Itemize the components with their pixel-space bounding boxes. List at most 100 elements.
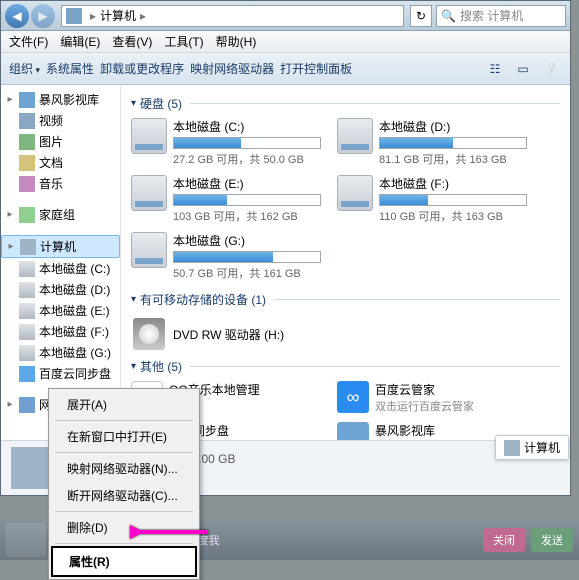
annotation-arrow	[130, 520, 210, 547]
drive-stat: 27.2 GB 可用，共 50.0 GB	[173, 151, 321, 167]
menu-view[interactable]: 查看(V)	[106, 33, 158, 50]
ctx-expand[interactable]: 展开(A)	[51, 391, 197, 418]
dvd-label: DVD RW 驱动器 (H:)	[173, 326, 284, 343]
sidebar-item[interactable]: 本地磁盘 (C:)	[1, 258, 120, 279]
help-icon[interactable]: ❔	[540, 58, 562, 80]
sidebar-item-label: 图片	[39, 133, 63, 150]
ico-hd-icon	[19, 303, 35, 319]
drive-stat: 103 GB 可用，共 162 GB	[173, 208, 321, 224]
sidebar-item[interactable]: 文档	[1, 152, 120, 173]
ico-cloud-icon	[19, 366, 35, 382]
badge-label: 计算机	[524, 439, 560, 456]
preview-pane-button[interactable]: ▭	[512, 58, 534, 80]
sidebar-item[interactable]: ▸ 暴风影视库	[1, 89, 120, 110]
drive-name: 本地磁盘 (G:)	[173, 232, 321, 249]
sidebar-item[interactable]: ▸家庭组	[1, 204, 120, 225]
menubar: 文件(F) 编辑(E) 查看(V) 工具(T) 帮助(H)	[1, 31, 570, 53]
collapse-icon: ▾	[131, 294, 136, 305]
drive-stat: 81.1 GB 可用，共 163 GB	[379, 151, 527, 167]
view-mode-button[interactable]: ☷	[484, 58, 506, 80]
forward-button[interactable]: ▶	[31, 4, 55, 28]
dvd-drive[interactable]: DVD RW 驱动器 (H:)	[131, 314, 560, 354]
drive-usage-bar	[173, 137, 321, 149]
organize-button[interactable]: 组织	[9, 60, 40, 77]
drive-item[interactable]: 本地磁盘 (C:) 27.2 GB 可用，共 50.0 GB	[131, 118, 321, 167]
drive-name: 本地磁盘 (C:)	[173, 118, 321, 135]
ico-net-icon	[19, 397, 35, 413]
drive-item[interactable]: 本地磁盘 (F:) 110 GB 可用，共 163 GB	[337, 175, 527, 224]
menu-edit[interactable]: 编辑(E)	[54, 33, 106, 50]
drive-usage-bar	[173, 251, 321, 263]
menu-file[interactable]: 文件(F)	[3, 33, 54, 50]
sidebar-item[interactable]: 本地磁盘 (E:)	[1, 300, 120, 321]
ctx-newwindow[interactable]: 在新窗口中打开(E)	[51, 423, 197, 450]
computer-icon	[11, 447, 53, 489]
ctx-properties[interactable]: 属性(R)	[51, 546, 197, 577]
drive-item[interactable]: 本地磁盘 (G:) 50.7 GB 可用，共 161 GB	[131, 232, 321, 281]
ico-hd-icon	[19, 345, 35, 361]
sidebar-item[interactable]: 百度云同步盘	[1, 363, 120, 384]
menu-tools[interactable]: 工具(T)	[158, 33, 209, 50]
toolbar: 组织 系统属性 卸载或更改程序 映射网络驱动器 打开控制面板 ☷ ▭ ❔	[1, 53, 570, 85]
sidebar-item[interactable]: 图片	[1, 131, 120, 152]
drive-item[interactable]: 本地磁盘 (E:)103 GB 可用，共 162 GB	[131, 175, 321, 224]
sidebar-item-label: 本地磁盘 (C:)	[39, 260, 110, 277]
taskbar-app-1[interactable]	[6, 523, 46, 557]
computer-badge[interactable]: 计算机	[495, 435, 569, 460]
back-button[interactable]: ◀	[5, 4, 29, 28]
uninstall-button[interactable]: 卸载或更改程序	[100, 60, 184, 77]
navigation-pane[interactable]: ▸ 暴风影视库视频图片文档音乐 ▸家庭组 ▸计算机本地磁盘 (C:) 本地磁盘 (D:)…	[1, 85, 121, 440]
mapnet-button[interactable]: 映射网络驱动器	[190, 60, 274, 77]
sidebar-item[interactable]: 音乐	[1, 173, 120, 194]
hdd-icon	[337, 118, 373, 154]
group-other[interactable]: ▾ 其他 (5)	[131, 358, 560, 375]
drive-item[interactable]: 本地磁盘 (D:)81.1 GB 可用，共 163 GB	[337, 118, 527, 167]
ico-mus-icon	[19, 176, 35, 192]
collapse-icon: ▾	[131, 361, 136, 372]
ico-vid-icon	[19, 113, 35, 129]
expand-icon[interactable]: ▸	[5, 94, 15, 105]
group-removable-title: 有可移动存储的设备 (1)	[140, 291, 266, 308]
sidebar-item[interactable]: 视频	[1, 110, 120, 131]
ico-lib-icon	[337, 422, 369, 440]
breadcrumb[interactable]: ▸ 计算机 ▸	[61, 5, 404, 27]
refresh-button[interactable]: ↻	[410, 5, 432, 27]
content-pane[interactable]: ▾ 硬盘 (5) 本地磁盘 (C:)27.2 GB 可用，共 50.0 GB本地…	[121, 85, 570, 440]
ico-hd-icon	[19, 261, 35, 277]
other-item[interactable]: ∞百度云管家双击运行百度云管家	[337, 381, 527, 414]
send-button[interactable]: 发送	[531, 528, 573, 552]
expand-icon[interactable]: ▸	[6, 241, 16, 252]
group-removable[interactable]: ▾ 有可移动存储的设备 (1)	[131, 291, 560, 308]
ctx-disconnect[interactable]: 断开网络驱动器(C)...	[51, 482, 197, 509]
ico-doc-icon	[19, 155, 35, 171]
dvd-icon	[133, 318, 165, 350]
group-hdd[interactable]: ▾ 硬盘 (5)	[131, 95, 560, 112]
expand-icon[interactable]: ▸	[5, 399, 15, 410]
drive-name: 本地磁盘 (F:)	[379, 175, 527, 192]
computer-icon	[504, 440, 520, 456]
hdd-icon	[131, 118, 167, 154]
close-button[interactable]: 关闭	[483, 528, 525, 552]
expand-icon[interactable]: ▸	[5, 209, 15, 220]
hdd-icon	[131, 232, 167, 268]
breadcrumb-sep: ▸	[90, 9, 96, 23]
sidebar-item[interactable]: 本地磁盘 (D:)	[1, 279, 120, 300]
sidebar-item[interactable]: ▸计算机	[1, 235, 120, 258]
ctx-mapnet[interactable]: 映射网络驱动器(N)...	[51, 455, 197, 482]
sidebar-item[interactable]: 本地磁盘 (F:)	[1, 321, 120, 342]
search-input[interactable]: 🔍 搜索 计算机	[436, 5, 566, 27]
ctrlpanel-button[interactable]: 打开控制面板	[280, 60, 352, 77]
sidebar-item-label: 音乐	[39, 175, 63, 192]
group-other-title: 其他 (5)	[140, 358, 182, 375]
menu-help[interactable]: 帮助(H)	[210, 33, 263, 50]
sysprops-button[interactable]: 系统属性	[46, 60, 94, 77]
drive-stat: 110 GB 可用，共 163 GB	[379, 208, 527, 224]
item-name: 百度云管家	[375, 381, 474, 398]
drive-stat: 50.7 GB 可用，共 161 GB	[173, 265, 321, 281]
sidebar-item-label: 本地磁盘 (E:)	[39, 302, 110, 319]
context-menu: 展开(A) 在新窗口中打开(E) 映射网络驱动器(N)... 断开网络驱动器(C…	[48, 388, 200, 580]
sidebar-item-label: 暴风影视库	[39, 91, 99, 108]
drive-usage-bar	[379, 137, 527, 149]
drive-usage-bar	[173, 194, 321, 206]
sidebar-item[interactable]: 本地磁盘 (G:)	[1, 342, 120, 363]
